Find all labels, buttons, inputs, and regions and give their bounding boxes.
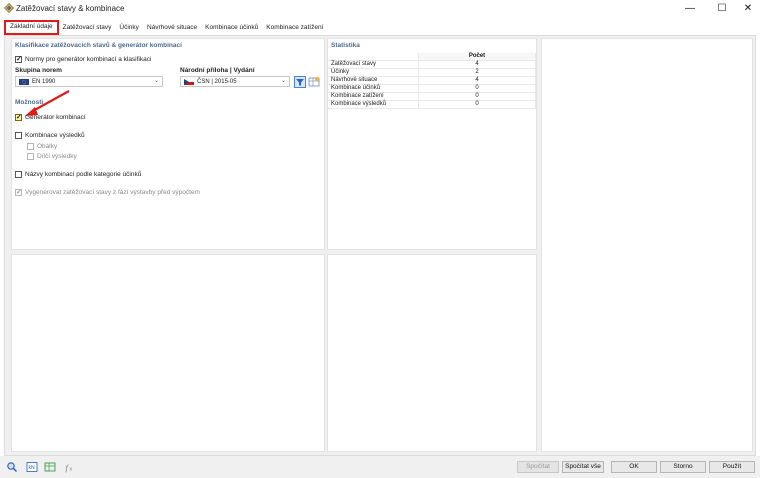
eu-flag-icon [19, 79, 29, 85]
apply-button[interactable]: Použít [709, 461, 755, 473]
search-icon[interactable] [6, 461, 18, 473]
export-table-icon[interactable] [44, 461, 56, 473]
tab-load-combinations[interactable]: Kombinace zatížení [262, 21, 327, 35]
combo-names-checkbox[interactable] [15, 171, 22, 178]
result-combos-label: Kombinace výsledků [25, 132, 85, 139]
generate-label: Vygenerovat zatěžovací stavy z fází výst… [25, 189, 200, 196]
tab-basic-data[interactable]: Základní údaje [4, 20, 59, 35]
standard-group-dropdown[interactable]: EN 1990 ⌄ [15, 76, 163, 87]
result-combos-checkbox[interactable] [15, 132, 22, 139]
units-icon[interactable]: kN [26, 461, 38, 473]
statistics-panel: Statistika Počet Zatěžovací stavy 4 Účin… [327, 38, 537, 250]
generator-label: Generátor kombinací [25, 114, 86, 121]
svg-text:x: x [70, 467, 73, 473]
calculate-all-button[interactable]: Spočítat vše [562, 461, 604, 473]
stat-value: 0 [418, 100, 536, 110]
statistics-title: Statistika [331, 42, 360, 49]
classification-title: Klasifikace zatěžovacích stavů & generát… [15, 42, 182, 49]
generator-checkbox[interactable] [15, 113, 22, 121]
table-row: Zatěžovací stavy 4 [328, 60, 536, 70]
stat-name: Zatěžovací stavy [328, 60, 419, 70]
table-icon [308, 77, 320, 87]
stat-value: 4 [418, 76, 536, 86]
stat-value: 0 [418, 92, 536, 102]
table-row: Kombinace zatížení 0 [328, 92, 536, 102]
envelopes-label: Obálky [37, 143, 58, 150]
statistics-table: Počet Zatěžovací stavy 4 Účinky 2 Návrho… [328, 53, 536, 110]
client-area: Klasifikace zatěžovacích stavů & generát… [4, 35, 756, 456]
stat-name: Kombinace výsledků [328, 100, 419, 110]
bottom-bar: kN f x Spočítat Spočítat vše OK Storno P… [0, 456, 760, 478]
chevron-down-icon: ⌄ [280, 78, 286, 84]
table-header-empty [328, 53, 419, 62]
envelopes-checkbox[interactable] [27, 143, 34, 150]
table-row: Účinky 2 [328, 68, 536, 78]
table-header-row: Počet [328, 53, 536, 62]
stat-value: 2 [418, 68, 536, 78]
window-title: Zatěžovací stavy & kombinace [16, 4, 125, 13]
minimize-button[interactable]: — [676, 0, 704, 17]
filter-button[interactable] [294, 76, 306, 88]
formula-icon[interactable]: f x [64, 461, 76, 473]
partial-results-label: Dílčí výsledky [37, 153, 77, 160]
czech-flag-icon [184, 79, 194, 85]
filter-icon [296, 79, 304, 86]
stat-value: 0 [418, 84, 536, 94]
stat-name: Účinky [328, 68, 419, 78]
ok-button[interactable]: OK [611, 461, 657, 473]
table-row: Kombinace výsledků 0 [328, 100, 536, 110]
bottom-left-panel [11, 254, 325, 452]
national-annex-dropdown[interactable]: ČSN | 2015-05 ⌄ [180, 76, 290, 87]
title-bar: Zatěžovací stavy & kombinace — ☐ ✕ [0, 0, 760, 17]
stat-name: Kombinace zatížení [328, 92, 419, 102]
app-icon [4, 3, 14, 13]
table-header-count: Počet [418, 53, 536, 62]
tab-design-situations[interactable]: Návrhové situace [143, 21, 201, 35]
table-row: Návrhové situace 4 [328, 76, 536, 86]
calculate-button[interactable]: Spočítat [517, 461, 559, 473]
svg-text:kN: kN [29, 465, 36, 471]
national-annex-label: Národní příloha | Vydání [180, 67, 255, 74]
standard-group-label: Skupina norem [15, 67, 62, 74]
stat-name: Návrhové situace [328, 76, 419, 86]
stat-value: 4 [418, 60, 536, 70]
preview-panel [541, 38, 753, 452]
generate-checkbox[interactable] [15, 188, 22, 196]
basic-data-panel: Klasifikace zatěžovacích stavů & generát… [11, 38, 325, 250]
partial-results-checkbox[interactable] [27, 153, 34, 160]
table-row: Kombinace účinků 0 [328, 84, 536, 94]
bottom-middle-panel [327, 254, 537, 452]
tab-load-cases[interactable]: Zatěžovací stavy [59, 21, 116, 35]
details-button[interactable] [308, 76, 320, 88]
combo-names-label: Názvy kombinací podle kategorie účinků [25, 171, 142, 178]
standards-checkbox-label: Normy pro generátor kombinací a klasifik… [25, 56, 152, 63]
cancel-button[interactable]: Storno [660, 461, 706, 473]
national-annex-value: ČSN | 2015-05 [197, 79, 237, 85]
maximize-button[interactable]: ☐ [708, 0, 736, 17]
standard-group-value: EN 1990 [32, 79, 56, 85]
chevron-down-icon: ⌄ [153, 78, 159, 84]
tab-action-combinations[interactable]: Kombinace účinků [201, 21, 262, 35]
tab-actions[interactable]: Účinky [115, 21, 143, 35]
stat-name: Kombinace účinků [328, 84, 419, 94]
close-button[interactable]: ✕ [734, 0, 760, 17]
tab-strip: Základní údaje Zatěžovací stavy Účinky N… [4, 20, 327, 35]
standards-checkbox[interactable] [15, 55, 22, 63]
